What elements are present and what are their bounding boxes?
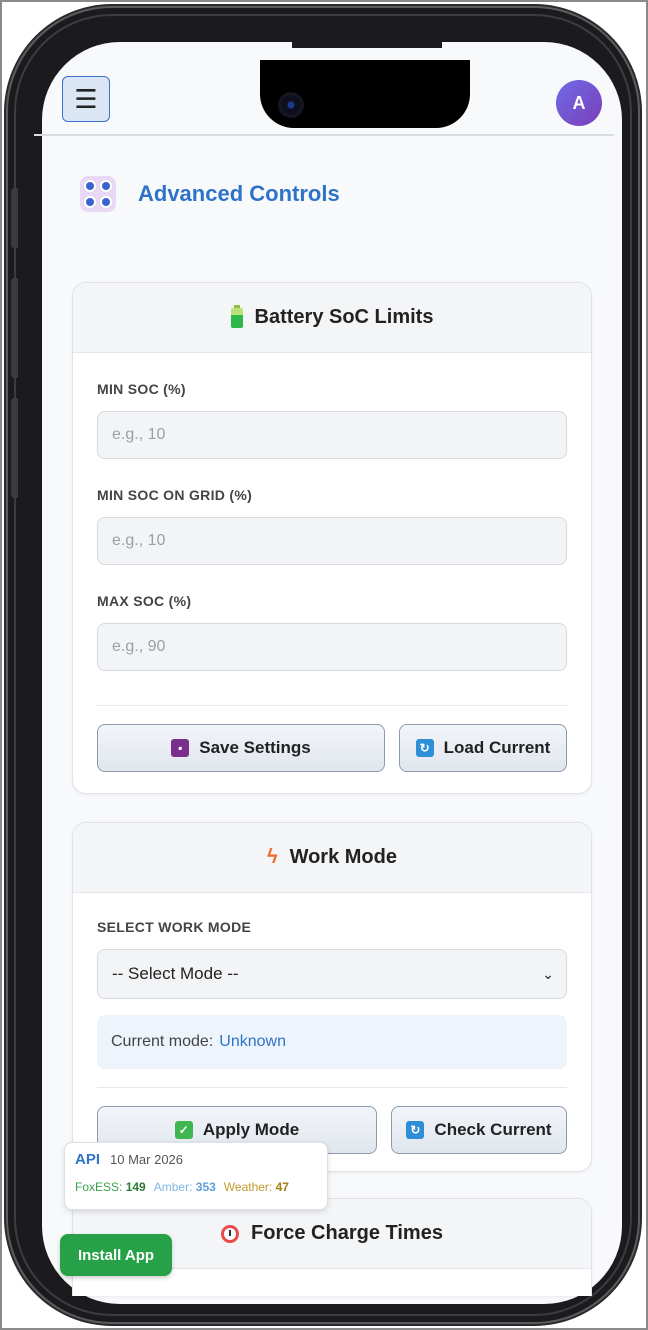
install-app-button[interactable]: Install App	[60, 1234, 172, 1276]
api-label: API	[75, 1151, 101, 1168]
card-title: Force Charge Times	[251, 1222, 443, 1244]
save-settings-label: Save Settings	[199, 738, 311, 757]
api-date: 10 Mar 2026	[110, 1152, 184, 1167]
control-knobs-icon	[80, 176, 116, 212]
chevron-down-icon: ⌄	[542, 965, 554, 982]
refresh-icon: ↻	[406, 1121, 425, 1139]
api-usage-badge[interactable]: API 10 Mar 2026 FoxESS: 149 Amber: 353 W…	[64, 1142, 328, 1210]
card-title: Work Mode	[289, 846, 397, 868]
weather-count: Weather: 47	[223, 1180, 289, 1194]
camera-icon	[278, 92, 304, 118]
current-mode-prefix: Current mode:	[111, 1033, 214, 1050]
user-avatar[interactable]: A	[556, 80, 602, 126]
max-soc-input[interactable]	[97, 623, 567, 671]
select-work-mode-label: SELECT WORK MODE	[97, 919, 252, 935]
hamburger-icon: ☰	[74, 83, 98, 114]
foxess-count: FoxESS: 149	[75, 1180, 146, 1194]
load-current-label: Load Current	[443, 738, 551, 757]
apply-mode-label: Apply Mode	[202, 1120, 300, 1139]
battery-soc-card: Battery SoC Limits MIN SOC (%) MIN SOC O…	[72, 282, 592, 794]
page-title-row: Advanced Controls	[80, 176, 340, 212]
load-current-button[interactable]: ↻ Load Current	[399, 724, 567, 772]
divider	[97, 705, 567, 706]
current-mode-value: Unknown	[219, 1033, 286, 1050]
lightning-icon: ϟ	[266, 846, 278, 868]
min-soc-input[interactable]	[97, 411, 567, 459]
refresh-icon: ↻	[415, 739, 434, 757]
card-header: Battery SoC Limits	[73, 283, 591, 353]
min-soc-on-grid-input[interactable]	[97, 517, 567, 565]
min-soc-label: MIN SOC (%)	[97, 381, 186, 397]
work-mode-card: ϟ Work Mode SELECT WORK MODE -- Select M…	[72, 822, 592, 1172]
battery-icon	[230, 304, 243, 328]
work-mode-selected-value: -- Select Mode --	[112, 964, 239, 983]
card-header: ϟ Work Mode	[73, 823, 591, 893]
save-settings-button[interactable]: ▪ Save Settings	[97, 724, 385, 772]
phone-side-button	[11, 188, 18, 248]
phone-side-button	[11, 278, 18, 378]
card-title: Battery SoC Limits	[254, 306, 434, 328]
amber-count: Amber: 353	[153, 1180, 216, 1194]
check-current-label: Check Current	[434, 1120, 552, 1139]
phone-side-button	[11, 398, 18, 498]
page-title: Advanced Controls	[138, 181, 340, 206]
current-mode-info: Current mode: Unknown	[97, 1015, 567, 1069]
hamburger-menu-button[interactable]: ☰	[62, 76, 110, 122]
check-current-button[interactable]: ↻ Check Current	[391, 1106, 567, 1154]
min-soc-on-grid-label: MIN SOC ON GRID (%)	[97, 487, 253, 503]
avatar-initial: A	[572, 92, 586, 113]
install-app-label: Install App	[77, 1246, 155, 1264]
divider	[97, 1087, 567, 1088]
floppy-disk-icon: ▪	[171, 739, 190, 757]
max-soc-label: MAX SOC (%)	[97, 593, 192, 609]
alarm-clock-icon	[221, 1224, 240, 1243]
check-mark-icon: ✓	[174, 1121, 193, 1139]
work-mode-select[interactable]: -- Select Mode -- ⌄	[97, 949, 567, 999]
